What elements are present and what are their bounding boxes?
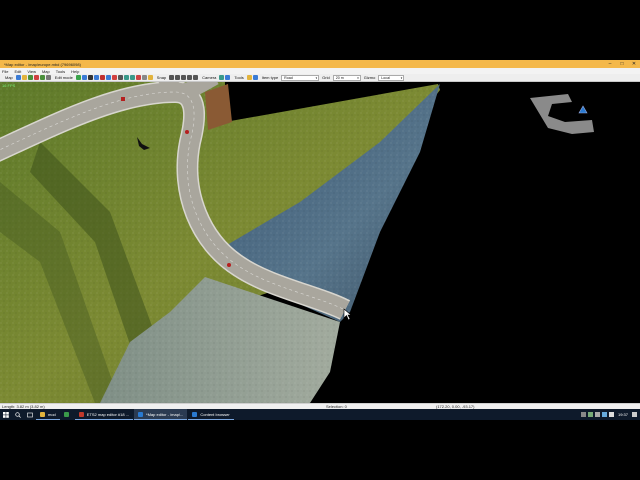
taskbar-pinned-app[interactable] (61, 409, 75, 420)
flag-icon[interactable] (135, 75, 141, 80)
gizmo-label: Gizmo (363, 75, 376, 80)
delete-icon[interactable] (33, 75, 39, 80)
snap-node-icon[interactable] (175, 75, 181, 80)
taskbar-item-content-browser[interactable]: Content browser (188, 409, 234, 420)
search-button[interactable] (12, 409, 24, 420)
menu-map[interactable]: Map (42, 69, 50, 74)
chevron-down-icon: ▾ (315, 75, 318, 80)
game-icon (78, 411, 84, 417)
grid-label: Grid (322, 75, 330, 80)
measure-icon[interactable] (246, 75, 252, 80)
task-view-button[interactable] (24, 409, 36, 420)
camera-top-icon[interactable] (225, 75, 231, 80)
minimize-button[interactable]: – (604, 60, 616, 68)
chevron-down-icon: ▾ (357, 75, 359, 80)
taskbar-item-map-editor[interactable]: *Map editor - /map/... (134, 409, 188, 420)
grid-value: 20 m (335, 75, 344, 80)
light-icon[interactable] (147, 75, 153, 80)
keyboard-icon[interactable] (608, 412, 614, 417)
snap-item-icon[interactable] (181, 75, 187, 80)
road-node[interactable] (227, 263, 231, 267)
snap-angle-icon[interactable] (193, 75, 199, 80)
gizmo-value: Local (381, 75, 390, 80)
menu-tools[interactable]: Tools (56, 69, 65, 74)
notification-icon[interactable] (632, 412, 637, 417)
maximize-button[interactable]: □ (616, 60, 628, 68)
app-icon (63, 412, 69, 417)
open-folder-icon[interactable] (21, 75, 27, 80)
fps-counter: 16 FPS (2, 83, 16, 88)
road-node[interactable] (185, 130, 189, 134)
upload-icon[interactable] (39, 75, 45, 80)
menu-help[interactable]: Help (71, 69, 79, 74)
edit-mode-label: Edit mode (54, 75, 73, 80)
camera-label: Camera (202, 75, 217, 80)
add-icon[interactable] (75, 75, 81, 80)
spawn-marker-icon[interactable] (578, 105, 588, 114)
save-icon[interactable] (27, 75, 33, 80)
folder-icon (40, 411, 45, 417)
task-view-icon (27, 412, 33, 417)
gizmo-select[interactable]: Local ▾ (378, 74, 405, 81)
taskbar-item-mod[interactable]: mod (36, 409, 60, 420)
clock[interactable]: 19:37 (618, 412, 628, 417)
screen: *Map editor - /map/europe.mbd (79696098)… (0, 0, 640, 480)
wifi-icon[interactable] (601, 412, 607, 417)
window-title: *Map editor - /map/europe.mbd (79696098) (4, 61, 81, 67)
taskbar-item-ets2[interactable]: ETS2 map editor #18 ... (74, 409, 134, 420)
volume-icon[interactable] (594, 412, 600, 417)
tools-label: Tools (234, 75, 244, 80)
grid-select[interactable]: 20 m ▾ (332, 74, 361, 81)
snap-label: Snap (156, 75, 167, 80)
search-icon[interactable] (252, 75, 258, 80)
chevron-up-icon[interactable] (580, 412, 586, 417)
brush-icon[interactable] (141, 75, 147, 80)
search-icon (15, 411, 21, 418)
menu-file[interactable]: File (2, 69, 8, 74)
rotate-icon[interactable] (99, 75, 105, 80)
snap-terrain-icon[interactable] (187, 75, 193, 80)
taskbar-item-label: ETS2 map editor #18 ... (86, 411, 130, 417)
terrain-scene (0, 82, 594, 403)
network-icon[interactable] (587, 412, 593, 417)
taskbar: mod ETS2 map editor #18 ... *Map editor … (0, 409, 640, 420)
move-icon[interactable] (93, 75, 99, 80)
curve-icon[interactable] (123, 75, 129, 80)
taskbar-item-label: mod (48, 411, 56, 417)
taskbar-item-label: Content browser (200, 411, 230, 417)
path-icon[interactable] (129, 75, 135, 80)
building-wall (205, 84, 232, 130)
text-icon[interactable] (117, 75, 123, 80)
select-icon[interactable] (81, 75, 87, 80)
cut-icon[interactable] (87, 75, 93, 80)
distant-road-object (530, 94, 594, 134)
window-title-bar[interactable]: *Map editor - /map/europe.mbd (79696098)… (0, 60, 640, 68)
road-node[interactable] (121, 97, 125, 101)
settings-icon[interactable] (45, 75, 51, 80)
menu-view[interactable]: View (27, 69, 36, 74)
system-tray: 19:37 (579, 412, 640, 417)
chevron-down-icon: ▾ (400, 75, 403, 80)
item-type-select[interactable]: Road ▾ (281, 74, 320, 81)
camera-free-icon[interactable] (219, 75, 225, 80)
map-label: Map (5, 75, 13, 80)
windows-logo-icon (3, 411, 9, 418)
marker-icon[interactable] (111, 75, 117, 80)
browser-icon (192, 411, 198, 417)
start-button[interactable] (0, 409, 12, 420)
3d-viewport[interactable]: 16 FPS (0, 82, 640, 403)
item-type-label: Item type (261, 75, 279, 80)
item-type-value: Road (284, 75, 293, 80)
new-map-icon[interactable] (15, 75, 21, 80)
menu-edit[interactable]: Edit (14, 69, 21, 74)
taskbar-item-label: *Map editor - /map/... (146, 411, 184, 417)
editor-icon (138, 411, 144, 417)
snap-grid-icon[interactable] (169, 75, 175, 80)
toolbar: Map Edit mode Snap Camera Tools Item typ (0, 74, 640, 82)
close-button[interactable]: ✕ (628, 60, 640, 68)
connect-icon[interactable] (105, 75, 111, 80)
